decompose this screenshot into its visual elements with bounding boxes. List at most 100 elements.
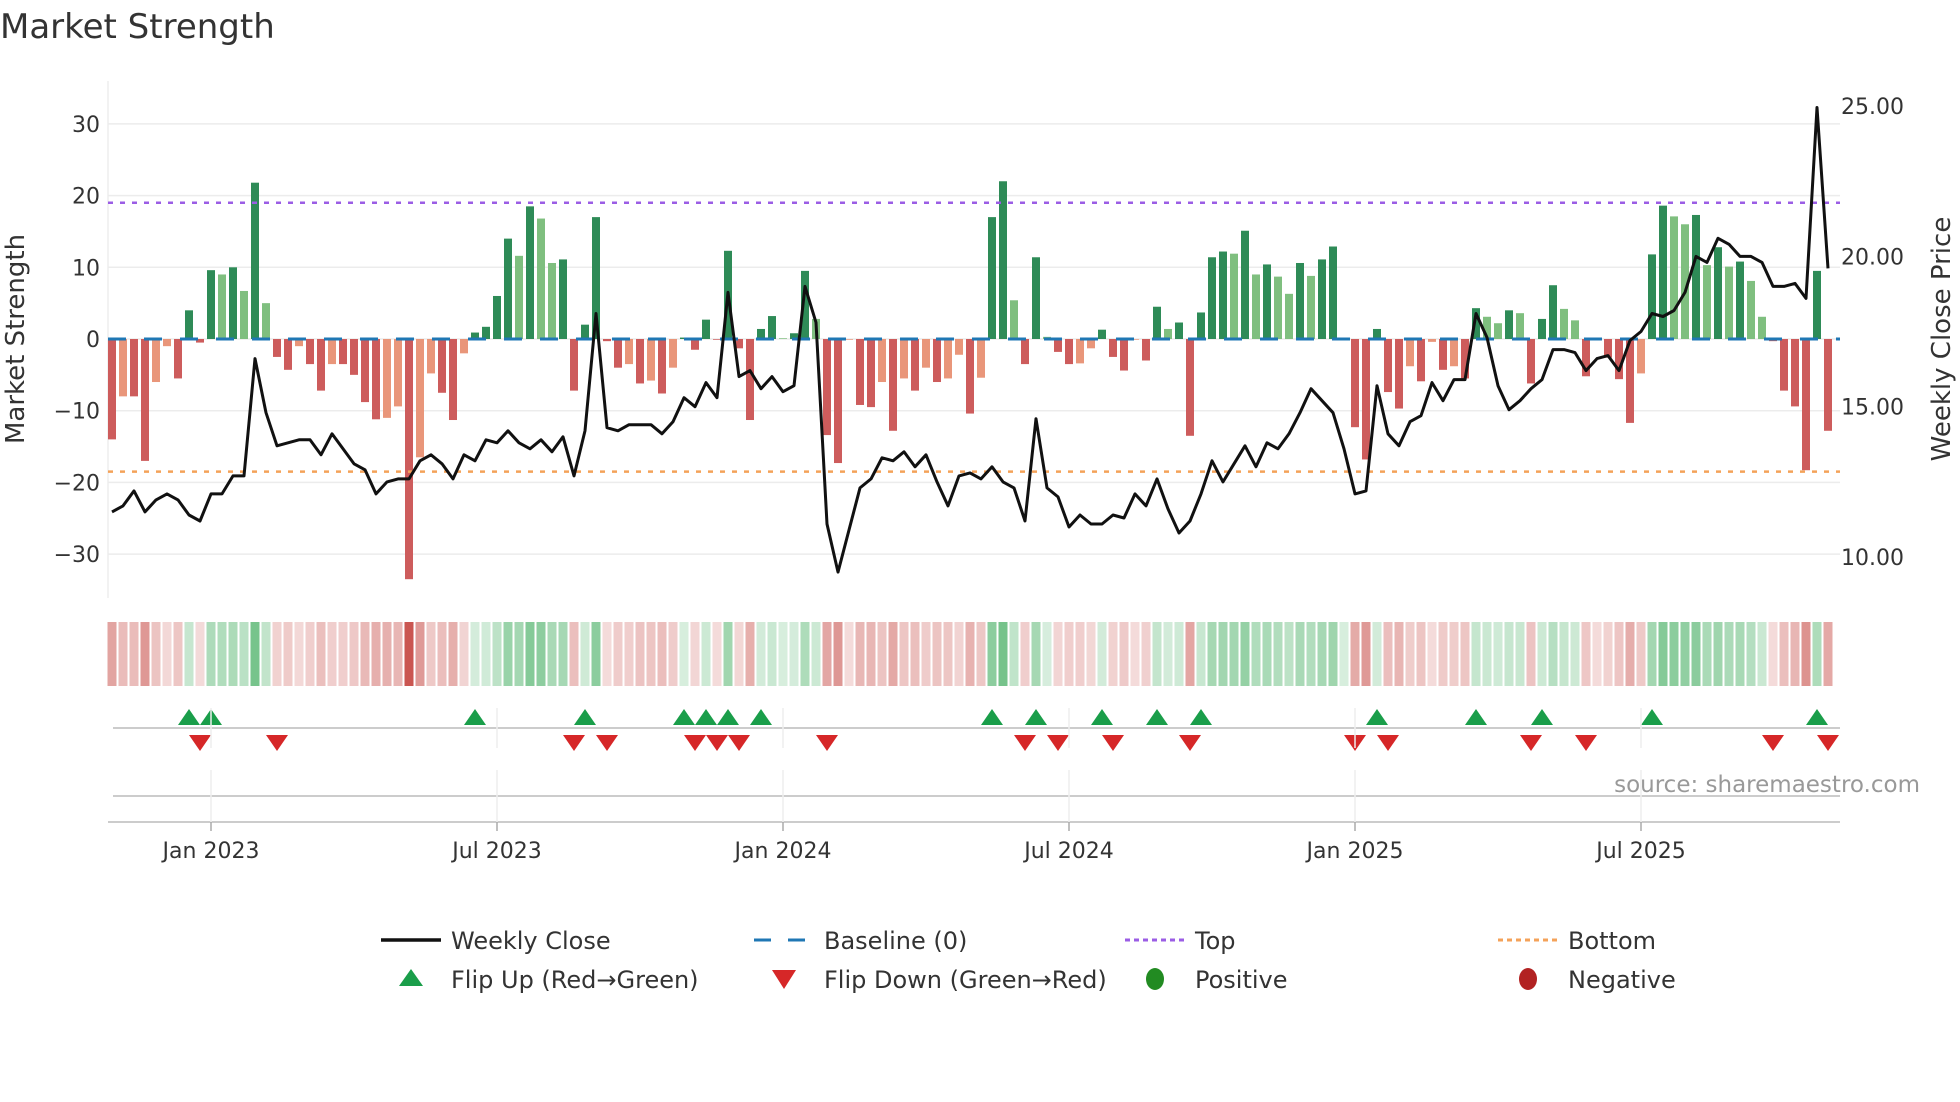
strip-cell xyxy=(1570,622,1580,686)
strength-bar xyxy=(548,262,556,339)
strip-cell xyxy=(1790,622,1800,686)
strip-cell xyxy=(514,622,524,686)
strip-cell xyxy=(1482,622,1492,686)
strip-cell xyxy=(613,622,623,686)
strength-bar xyxy=(636,339,644,384)
flip-markers xyxy=(178,709,1839,751)
strip-cell xyxy=(316,622,326,686)
strip-cell xyxy=(1218,622,1228,686)
strength-bar xyxy=(1516,313,1524,339)
strength-bar xyxy=(273,339,281,357)
strip-cell xyxy=(1339,622,1349,686)
strip-cell xyxy=(602,622,612,686)
strength-bar xyxy=(658,339,666,394)
strength-bar xyxy=(988,217,996,339)
flip-up-marker xyxy=(1146,709,1168,725)
y-axis-title: Market Strength xyxy=(1,234,31,444)
strength-bar xyxy=(757,328,765,339)
strip-cell xyxy=(855,622,865,686)
strength-bar xyxy=(1263,264,1271,339)
strength-bar xyxy=(1010,300,1018,339)
strength-bar xyxy=(1329,246,1337,339)
strength-bar xyxy=(1241,230,1249,339)
strength-bar xyxy=(218,274,226,339)
strip-cell xyxy=(547,622,557,686)
strip-cell xyxy=(228,622,238,686)
strip-cell xyxy=(415,622,425,686)
strength-bar xyxy=(1307,275,1315,339)
flip-down-marker xyxy=(1047,735,1069,751)
legend: Weekly Close Baseline (0) Top Bottom Flip Up… xyxy=(381,927,1676,994)
strip-cell xyxy=(1394,622,1404,686)
strip-cell xyxy=(1768,622,1778,686)
strength-bar xyxy=(1692,214,1700,339)
strip-cell xyxy=(294,622,304,686)
strip-cell xyxy=(470,622,480,686)
strip-cell xyxy=(1383,622,1393,686)
strength-bar xyxy=(1395,339,1403,409)
flip-up-marker xyxy=(464,709,486,725)
strip-cell xyxy=(1680,622,1690,686)
strip-cell xyxy=(272,622,282,686)
strip-cell xyxy=(1713,622,1723,686)
strip-cell xyxy=(283,622,293,686)
strength-bar xyxy=(240,290,248,339)
strength-bar xyxy=(768,316,776,339)
strip-cell xyxy=(899,622,909,686)
strength-bar xyxy=(867,339,875,408)
strength-bar xyxy=(1351,339,1359,428)
strength-bar xyxy=(339,339,347,365)
strength-bar xyxy=(647,339,655,381)
strength-bar xyxy=(207,270,215,339)
strip-cell xyxy=(1471,622,1481,686)
strength-bar xyxy=(1714,247,1722,339)
strength-bar xyxy=(966,339,974,414)
strength-bar xyxy=(438,339,446,393)
legend-label: Top xyxy=(1194,927,1236,955)
strip-cell xyxy=(1361,622,1371,686)
strength-bar xyxy=(1659,205,1667,339)
reference-lines xyxy=(108,201,1840,473)
strip-cell xyxy=(1493,622,1503,686)
strength-bars xyxy=(108,181,1832,580)
strip-cell xyxy=(1669,622,1679,686)
strength-bar xyxy=(944,339,952,379)
strip-cell xyxy=(327,622,337,686)
strip-cell xyxy=(1427,622,1437,686)
flip-down-marker xyxy=(684,735,706,751)
strip-cell xyxy=(118,622,128,686)
strength-bar xyxy=(306,339,314,365)
strength-bar xyxy=(1538,318,1546,339)
strength-bar xyxy=(416,339,424,458)
y2-tick-label: 25.00 xyxy=(1841,95,1904,120)
strength-bar xyxy=(1505,310,1513,339)
strip-cell xyxy=(1757,622,1767,686)
strip-cell xyxy=(1614,622,1624,686)
strip-cell xyxy=(305,622,315,686)
strength-bar xyxy=(1758,316,1766,339)
legend-label: Baseline (0) xyxy=(824,927,967,955)
strength-bar xyxy=(669,339,677,368)
strength-bar xyxy=(449,339,457,421)
y-tick-label: −20 xyxy=(54,471,100,496)
strip-cell xyxy=(712,622,722,686)
strength-bar xyxy=(460,339,468,354)
strength-bar xyxy=(1285,293,1293,339)
strip-cell xyxy=(1350,622,1360,686)
strength-bar xyxy=(405,339,413,580)
strength-bar xyxy=(1428,339,1436,342)
strip-cell xyxy=(1372,622,1382,686)
strip-cell xyxy=(1416,622,1426,686)
strip-cell xyxy=(503,622,513,686)
strip-cell xyxy=(1801,622,1811,686)
strip-cell xyxy=(1691,622,1701,686)
strip-cell xyxy=(668,622,678,686)
strength-bar xyxy=(262,303,270,339)
legend-label: Weekly Close xyxy=(451,927,611,955)
strength-bar xyxy=(1164,328,1172,339)
strength-bar xyxy=(691,339,699,350)
strength-bar xyxy=(1230,253,1238,339)
strip-cell xyxy=(1592,622,1602,686)
strength-bar xyxy=(713,339,721,340)
y2-tick-label: 15.00 xyxy=(1841,396,1904,421)
